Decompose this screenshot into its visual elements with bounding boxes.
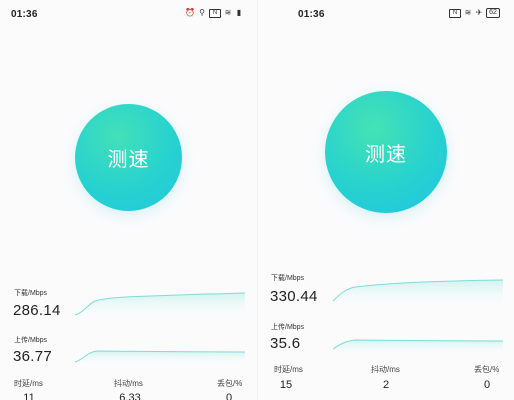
packet-loss-value: 0 xyxy=(483,379,491,391)
packet-loss-label: 丢包/% xyxy=(217,379,243,388)
packet-loss-value: 0 xyxy=(225,392,233,400)
airplane-icon: ✈ xyxy=(475,8,483,17)
wifi-icon: ≋ xyxy=(224,8,232,17)
upload-graph xyxy=(332,339,504,355)
speed-test-button[interactable]: 测速 xyxy=(75,104,182,211)
status-bar: 01:36 ⏰ ⚲ N ≋ ▮ xyxy=(0,0,257,28)
download-graph xyxy=(332,279,504,311)
location-icon: ⚲ xyxy=(199,8,205,17)
download-value: 330.44 xyxy=(270,288,318,305)
alarm-icon: ⏰ xyxy=(185,8,195,17)
jitter-label: 抖动/ms xyxy=(114,379,143,388)
latency-label: 时延/ms xyxy=(274,365,303,374)
battery-icon: 62 xyxy=(486,8,500,18)
download-label: 下载/Mbps xyxy=(271,275,305,282)
upload-value: 36.77 xyxy=(13,348,53,365)
upload-label: 上传/Mbps xyxy=(14,337,48,344)
upload-label: 上传/Mbps xyxy=(271,324,305,331)
download-graph xyxy=(74,292,246,321)
right-phone-screen: 01:36 N ≋ ✈ 62 测速 下载/Mbps 330.44 上传/Mbps… xyxy=(257,0,514,400)
nfc-icon: N xyxy=(209,8,221,18)
speed-test-button[interactable]: 测速 xyxy=(325,91,447,213)
upload-value: 35.6 xyxy=(270,335,301,352)
status-icons: ⏰ ⚲ N ≋ ▮ xyxy=(185,8,243,18)
jitter-label: 抖动/ms xyxy=(371,365,400,374)
signal-icon: ▮ xyxy=(236,8,242,17)
packet-loss-label: 丢包/% xyxy=(474,365,500,374)
latency-label: 时延/ms xyxy=(14,379,43,388)
upload-graph xyxy=(74,350,246,366)
wifi-icon: ≋ xyxy=(464,8,472,17)
latency-value: 11 xyxy=(23,392,35,400)
download-value: 286.14 xyxy=(13,302,61,319)
left-phone-screen: 01:36 ⏰ ⚲ N ≋ ▮ 测速 下载/Mbps 286.14 上传/Mbp… xyxy=(0,0,257,400)
nfc-icon: N xyxy=(449,8,461,18)
status-bar: 01:36 N ≋ ✈ 62 xyxy=(258,0,514,28)
status-time: 01:36 xyxy=(11,9,38,20)
download-label: 下载/Mbps xyxy=(14,290,48,297)
status-icons: N ≋ ✈ 62 xyxy=(449,8,500,18)
latency-value: 15 xyxy=(279,379,293,391)
status-time: 01:36 xyxy=(298,9,325,20)
jitter-value: 2 xyxy=(382,379,390,391)
jitter-value: 6.33 xyxy=(119,392,141,400)
